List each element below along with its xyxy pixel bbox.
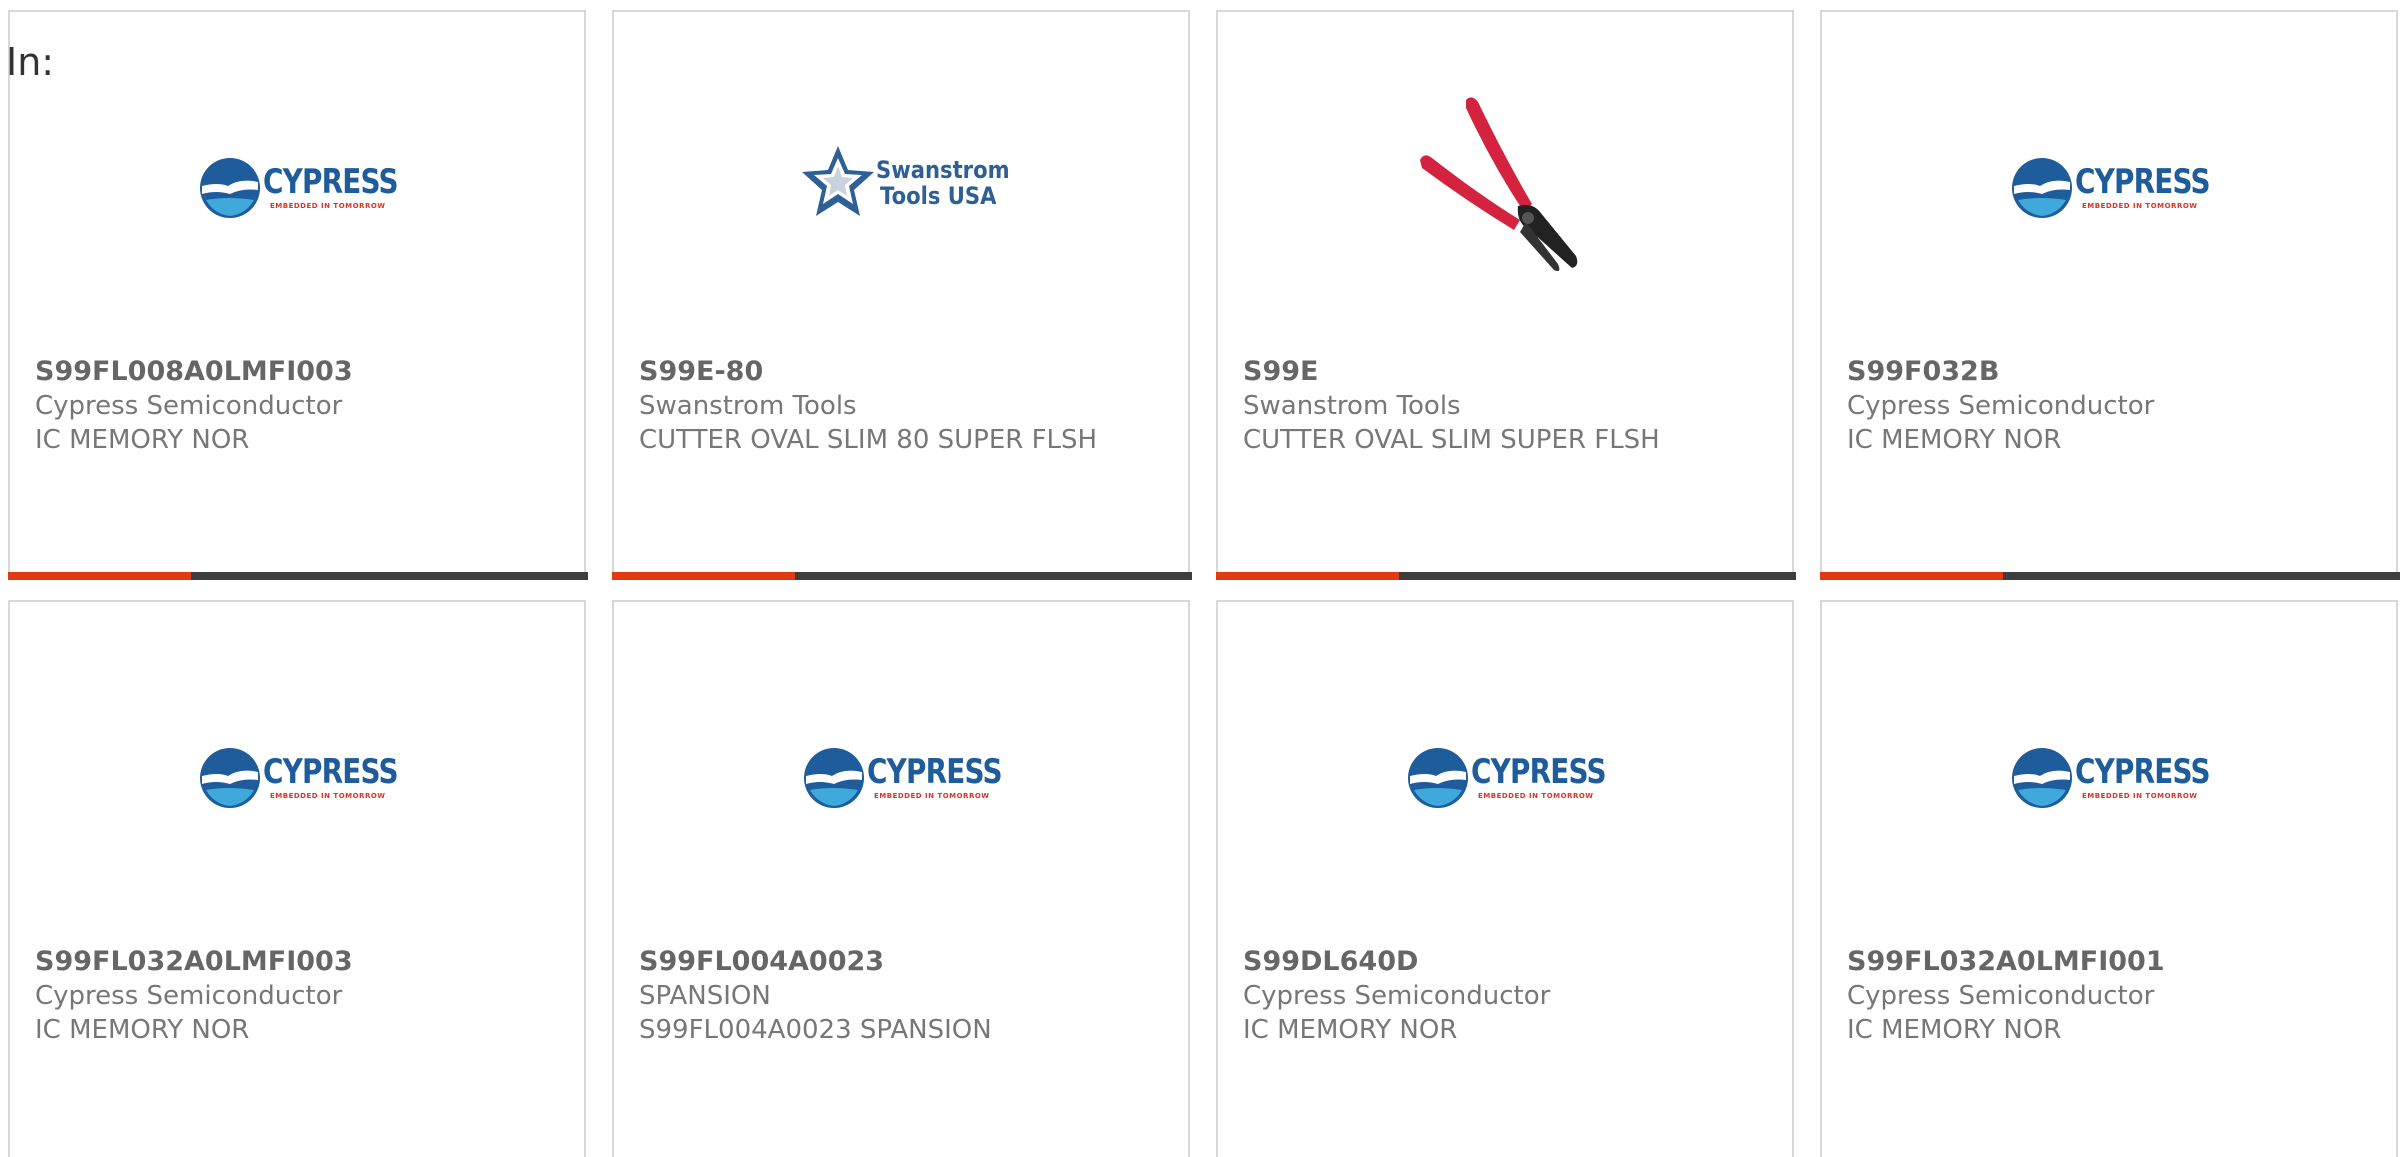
product-info: S99FL004A0023 SPANSION S99FL004A0023 SPA… — [639, 945, 1163, 1047]
in-filter-label: In: — [6, 40, 55, 84]
card-accent-bar — [1216, 572, 1399, 580]
cypress-logo-tagline: EMBEDDED IN TOMORROW — [2082, 792, 2198, 800]
cypress-logo-word: CYPRESS — [2075, 162, 2211, 202]
product-card[interactable]: Swanstrom Tools USA S99E-80 Swanstrom To… — [612, 10, 1192, 580]
part-number-link[interactable]: S99FL032A0LMFI003 — [35, 945, 559, 979]
card-accent-bar — [8, 572, 191, 580]
cypress-logo-tagline: EMBEDDED IN TOMORROW — [2082, 202, 2198, 210]
manufacturer-name: Cypress Semiconductor — [1243, 981, 1551, 1011]
part-number-link[interactable]: S99DL640D — [1243, 945, 1767, 979]
cypress-logo-tagline: EMBEDDED IN TOMORROW — [874, 792, 990, 800]
card-accent-bar — [612, 572, 795, 580]
product-card[interactable]: CYPRESS EMBEDDED IN TOMORROW S99FL032A0L… — [8, 600, 586, 1157]
manufacturer-name: Cypress Semiconductor — [35, 981, 343, 1011]
product-info: S99E Swanstrom Tools CUTTER OVAL SLIM SU… — [1243, 355, 1767, 457]
cypress-logo: CYPRESS EMBEDDED IN TOMORROW — [1406, 740, 1616, 810]
product-description: IC MEMORY NOR — [1243, 1015, 1458, 1045]
part-number-link[interactable]: S99FL004A0023 — [639, 945, 1163, 979]
card-bottom-bar — [612, 572, 1192, 580]
swanstrom-logo-line1: Swanstrom — [876, 156, 1010, 184]
product-card[interactable]: CYPRESS EMBEDDED IN TOMORROW S99DL640D C… — [1216, 600, 1794, 1157]
manufacturer-name: Swanstrom Tools — [1243, 391, 1461, 421]
cypress-logo-tagline: EMBEDDED IN TOMORROW — [270, 202, 386, 210]
product-card[interactable]: CYPRESS EMBEDDED IN TOMORROW S99F032B Cy… — [1820, 10, 2400, 580]
product-description: CUTTER OVAL SLIM 80 SUPER FLSH — [639, 425, 1098, 455]
manufacturer-name: SPANSION — [639, 981, 771, 1011]
product-description: IC MEMORY NOR — [35, 1015, 250, 1045]
product-results-page: In: CYPRESS EMBEDDED IN TOMORROW S99FL00… — [0, 0, 2400, 1157]
product-info: S99DL640D Cypress Semiconductor IC MEMOR… — [1243, 945, 1767, 1047]
product-image — [1218, 12, 1792, 342]
manufacturer-name: Cypress Semiconductor — [1847, 391, 2155, 421]
product-grid: CYPRESS EMBEDDED IN TOMORROW S99FL008A0L… — [0, 0, 2400, 1157]
product-description: CUTTER OVAL SLIM SUPER FLSH — [1243, 425, 1660, 455]
manufacturer-name: Cypress Semiconductor — [35, 391, 343, 421]
cypress-logo-word: CYPRESS — [263, 752, 399, 792]
product-info: S99FL032A0LMFI003 Cypress Semiconductor … — [35, 945, 559, 1047]
product-info: S99E-80 Swanstrom Tools CUTTER OVAL SLIM… — [639, 355, 1163, 457]
cutter-pliers-icon — [1420, 97, 1578, 272]
product-description: S99FL004A0023 SPANSION — [639, 1015, 992, 1045]
product-image: CYPRESS EMBEDDED IN TOMORROW — [1822, 602, 2396, 932]
product-image: CYPRESS EMBEDDED IN TOMORROW — [10, 12, 584, 342]
swanstrom-logo: Swanstrom Tools USA — [800, 144, 1010, 224]
product-card[interactable]: CYPRESS EMBEDDED IN TOMORROW S99FL008A0L… — [8, 10, 588, 580]
cypress-logo: CYPRESS EMBEDDED IN TOMORROW — [2010, 150, 2220, 220]
cypress-logo-tagline: EMBEDDED IN TOMORROW — [270, 792, 386, 800]
product-description: IC MEMORY NOR — [1847, 425, 2062, 455]
cypress-logo-word: CYPRESS — [1471, 752, 1607, 792]
cypress-logo-word: CYPRESS — [867, 752, 1003, 792]
part-number-link[interactable]: S99FL008A0LMFI003 — [35, 355, 559, 389]
product-card[interactable]: CYPRESS EMBEDDED IN TOMORROW S99FL032A0L… — [1820, 600, 2398, 1157]
card-accent-bar — [1820, 572, 2003, 580]
part-number-link[interactable]: S99E-80 — [639, 355, 1163, 389]
product-info: S99FL008A0LMFI003 Cypress Semiconductor … — [35, 355, 559, 457]
product-info: S99F032B Cypress Semiconductor IC MEMORY… — [1847, 355, 2371, 457]
product-image: CYPRESS EMBEDDED IN TOMORROW — [614, 602, 1188, 932]
product-info: S99FL032A0LMFI001 Cypress Semiconductor … — [1847, 945, 2371, 1047]
swanstrom-logo-line2: Tools USA — [880, 182, 997, 210]
card-bottom-bar — [1216, 572, 1796, 580]
card-bottom-bar — [1820, 572, 2400, 580]
part-number-link[interactable]: S99E — [1243, 355, 1767, 389]
product-card[interactable]: CYPRESS EMBEDDED IN TOMORROW S99FL004A00… — [612, 600, 1190, 1157]
cypress-logo: CYPRESS EMBEDDED IN TOMORROW — [198, 740, 408, 810]
card-bottom-bar — [8, 572, 588, 580]
product-image: CYPRESS EMBEDDED IN TOMORROW — [10, 602, 584, 932]
part-number-link[interactable]: S99FL032A0LMFI001 — [1847, 945, 2371, 979]
product-image: Swanstrom Tools USA — [614, 12, 1188, 342]
product-image: CYPRESS EMBEDDED IN TOMORROW — [1218, 602, 1792, 932]
part-number-link[interactable]: S99F032B — [1847, 355, 2371, 389]
product-description: IC MEMORY NOR — [1847, 1015, 2062, 1045]
product-description: IC MEMORY NOR — [35, 425, 250, 455]
cypress-logo-word: CYPRESS — [2075, 752, 2211, 792]
cypress-logo: CYPRESS EMBEDDED IN TOMORROW — [2010, 740, 2220, 810]
manufacturer-name: Cypress Semiconductor — [1847, 981, 2155, 1011]
product-card[interactable]: S99E Swanstrom Tools CUTTER OVAL SLIM SU… — [1216, 10, 1796, 580]
product-image: CYPRESS EMBEDDED IN TOMORROW — [1822, 12, 2396, 342]
cypress-logo: CYPRESS EMBEDDED IN TOMORROW — [198, 150, 408, 220]
manufacturer-name: Swanstrom Tools — [639, 391, 857, 421]
cypress-logo-word: CYPRESS — [263, 162, 399, 202]
cypress-logo-tagline: EMBEDDED IN TOMORROW — [1478, 792, 1594, 800]
cypress-logo: CYPRESS EMBEDDED IN TOMORROW — [802, 740, 1012, 810]
